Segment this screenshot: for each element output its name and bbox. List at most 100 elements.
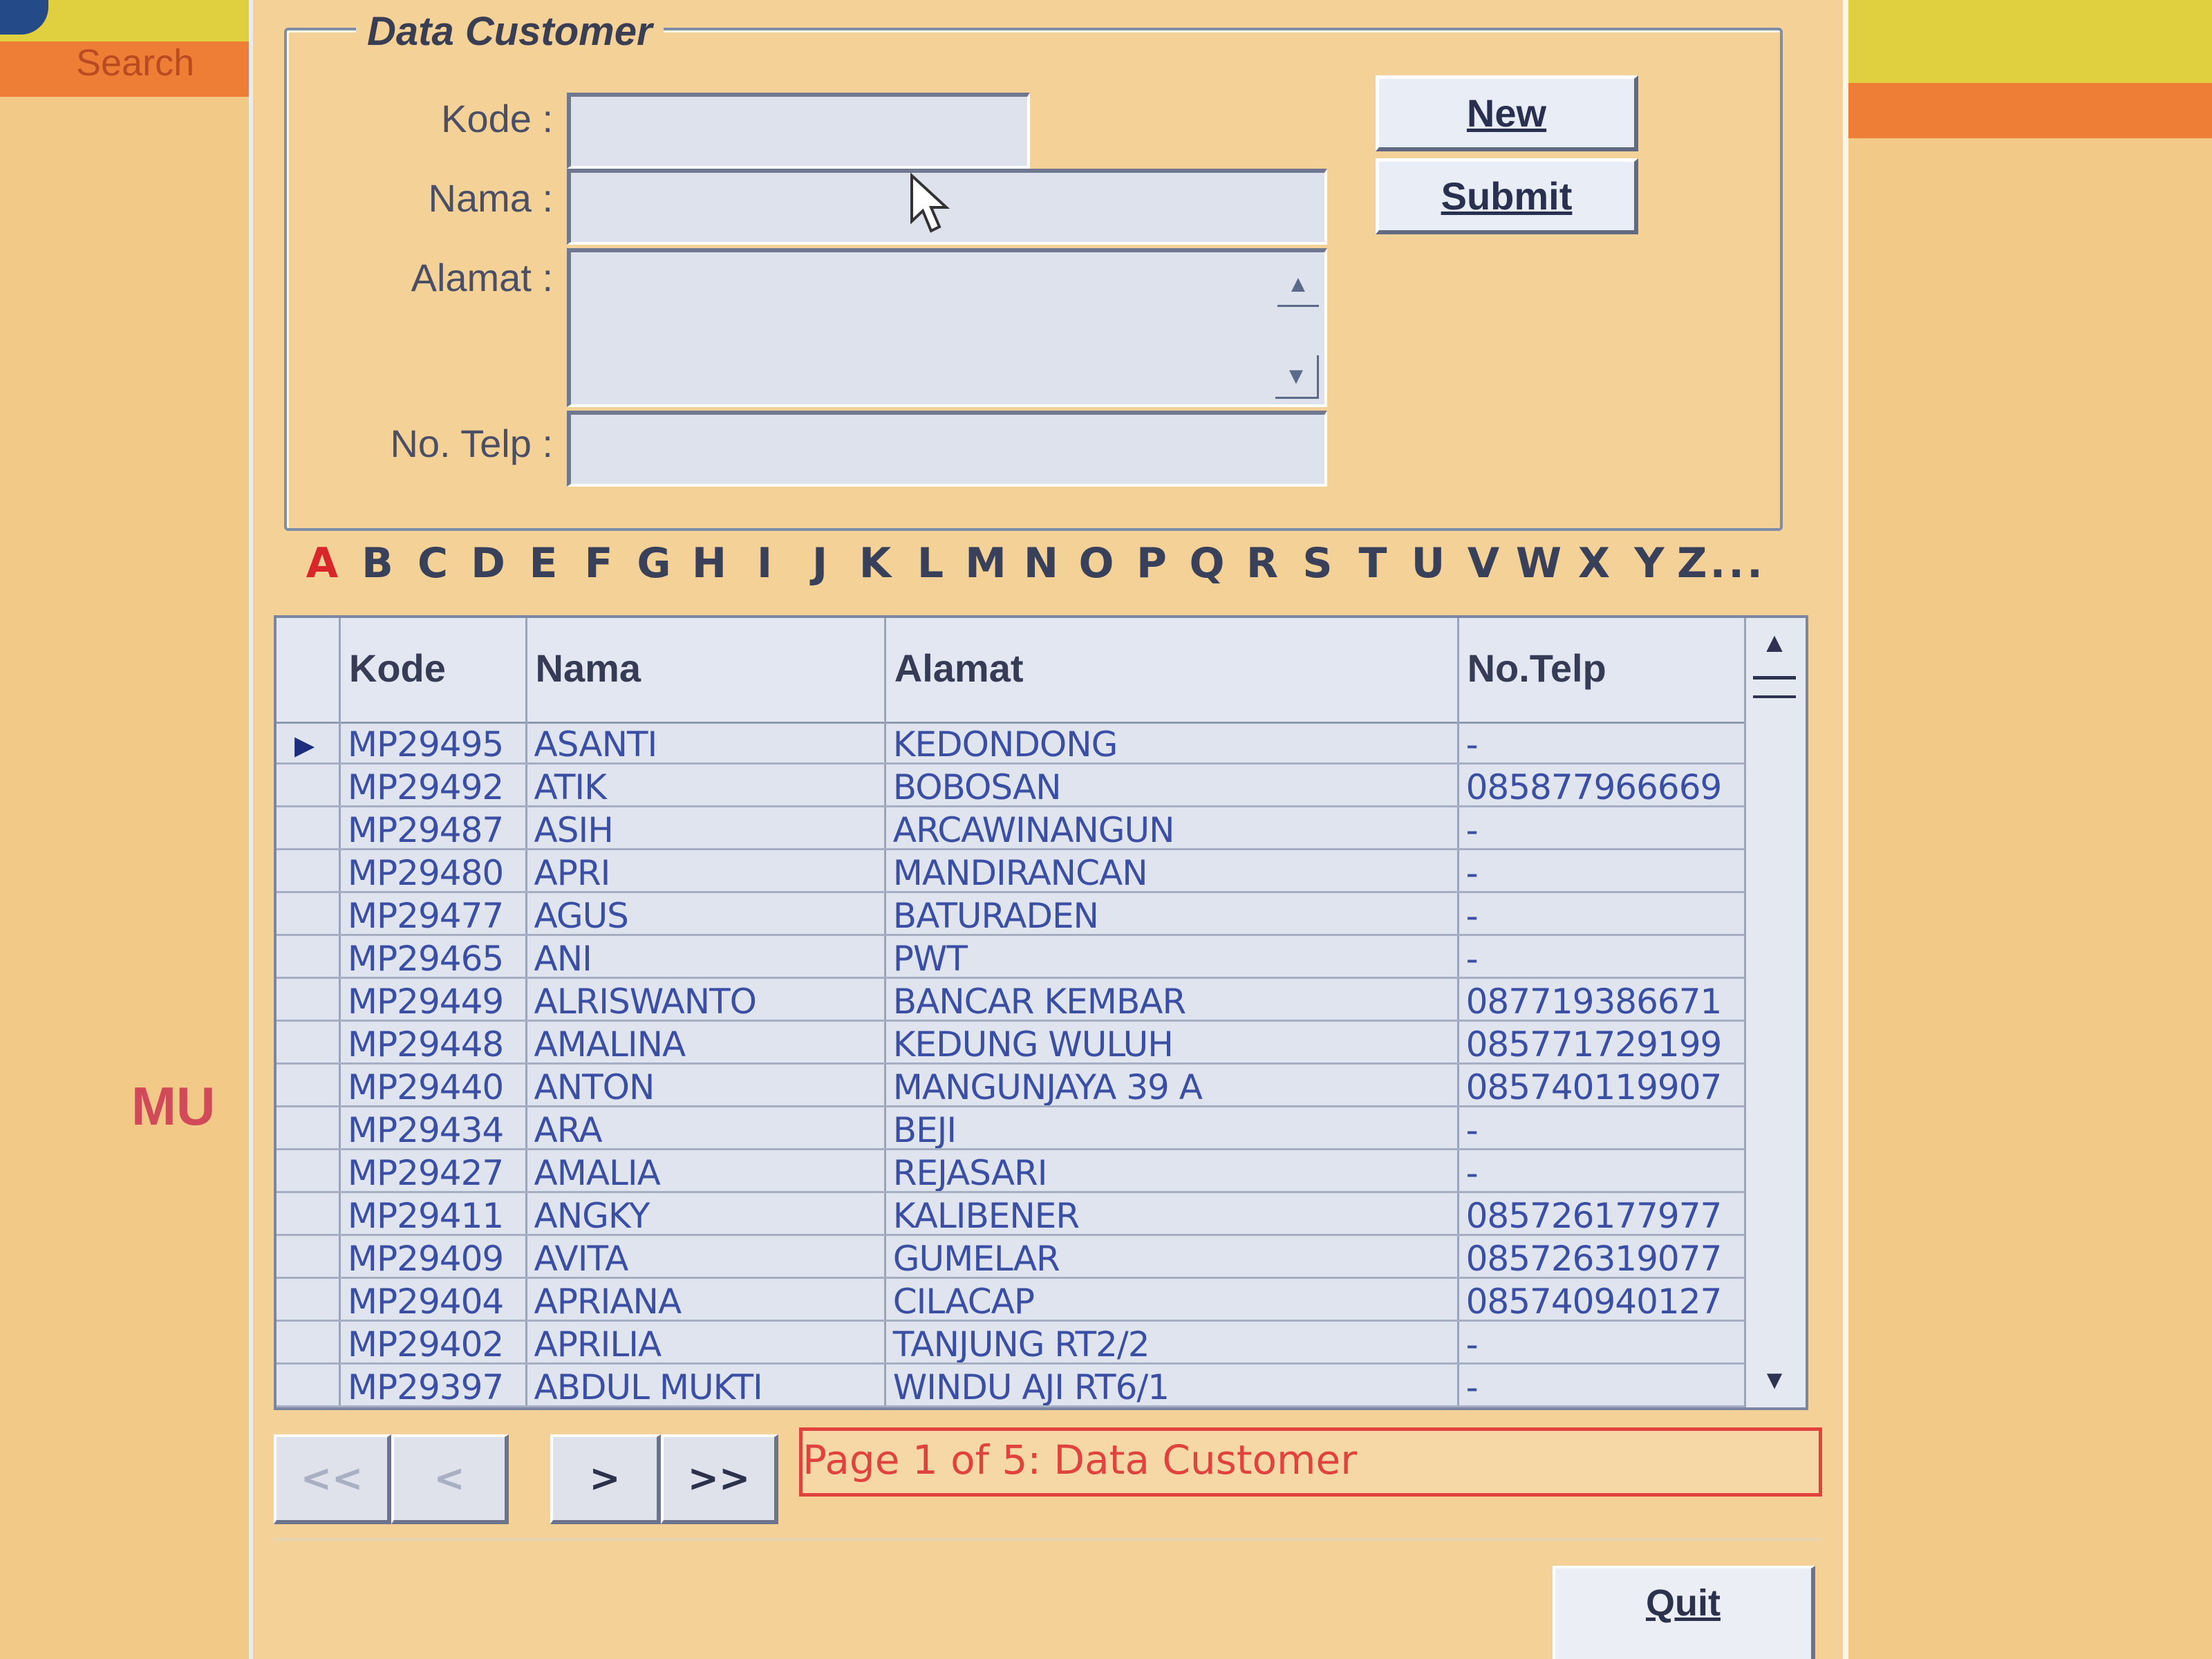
cell-telp[interactable]: 085771729199: [1459, 1022, 1749, 1062]
column-header-nama[interactable]: Nama: [527, 618, 886, 722]
cell-kode[interactable]: MP29397: [341, 1365, 527, 1405]
cell-nama[interactable]: ABDUL MUKTI: [527, 1365, 886, 1405]
table-row[interactable]: MP29492 ATIK BOBOSAN 085877966669: [276, 765, 1749, 807]
cell-nama[interactable]: ALRISWANTO: [527, 979, 886, 1020]
new-button[interactable]: New: [1376, 75, 1638, 151]
cell-alamat[interactable]: MANGUNJAYA 39 A: [886, 1065, 1459, 1105]
next-page-button[interactable]: >: [550, 1434, 661, 1524]
table-row[interactable]: MP29440 ANTON MANGUNJAYA 39 A 085740119907: [276, 1065, 1749, 1107]
cell-nama[interactable]: ANGKY: [527, 1193, 886, 1234]
cell-alamat[interactable]: PWT: [886, 936, 1459, 977]
customer-grid[interactable]: Kode Nama Alamat No.Telp ▶ MP29495 ASANTI K…: [274, 615, 1808, 1410]
row-indicator[interactable]: [276, 1107, 341, 1148]
kode-field[interactable]: [567, 93, 1030, 169]
row-indicator[interactable]: ▶: [276, 722, 341, 762]
first-page-button[interactable]: <<: [274, 1434, 391, 1524]
column-header-telp[interactable]: No.Telp: [1459, 618, 1749, 722]
column-header-alamat[interactable]: Alamat: [886, 618, 1459, 722]
prev-page-button[interactable]: <: [391, 1434, 509, 1524]
row-indicator[interactable]: [276, 1022, 341, 1062]
cell-telp[interactable]: -: [1459, 1150, 1749, 1191]
cell-alamat[interactable]: MANDIRANCAN: [886, 850, 1459, 891]
cell-telp[interactable]: 085726177977: [1459, 1193, 1749, 1234]
alphabet-letter[interactable]: I: [737, 539, 792, 588]
telp-input[interactable]: [582, 419, 1313, 480]
row-indicator[interactable]: [276, 1193, 341, 1234]
row-indicator[interactable]: [276, 1236, 341, 1277]
cell-telp[interactable]: 085740940127: [1459, 1279, 1749, 1320]
cell-nama[interactable]: AVITA: [527, 1236, 886, 1277]
cell-nama[interactable]: ANTON: [527, 1065, 886, 1105]
alphabet-letter[interactable]: R: [1235, 539, 1290, 588]
row-indicator[interactable]: [276, 1322, 341, 1362]
alphabet-letter[interactable]: G: [626, 539, 682, 588]
row-indicator[interactable]: [276, 893, 341, 934]
cell-nama[interactable]: ATIK: [527, 765, 886, 805]
cell-telp[interactable]: -: [1459, 1365, 1749, 1405]
table-row[interactable]: ▶ MP29495 ASANTI KEDONDONG -: [276, 722, 1749, 765]
alphabet-letter[interactable]: O: [1069, 539, 1124, 588]
cell-alamat[interactable]: CILACAP: [886, 1279, 1459, 1320]
cell-alamat[interactable]: ARCAWINANGUN: [886, 807, 1459, 848]
cell-kode[interactable]: MP29411: [341, 1193, 527, 1234]
alamat-scrollbar[interactable]: ▲ ▼: [1275, 252, 1324, 404]
row-indicator[interactable]: [276, 979, 341, 1020]
cell-kode[interactable]: MP29487: [341, 807, 527, 848]
alphabet-letter[interactable]: Z...: [1677, 539, 1763, 588]
cell-telp[interactable]: -: [1459, 850, 1749, 891]
alphabet-letter[interactable]: U: [1400, 539, 1456, 588]
alphabet-letter[interactable]: Y: [1622, 539, 1677, 588]
alphabet-letter[interactable]: M: [958, 539, 1013, 588]
table-row[interactable]: MP29427 AMALIA REJASARI -: [276, 1150, 1749, 1193]
table-row[interactable]: MP29402 APRILIA TANJUNG RT2/2-: [276, 1322, 1749, 1365]
telp-field[interactable]: [567, 411, 1327, 487]
cell-alamat[interactable]: BATURADEN: [886, 893, 1459, 934]
cell-nama[interactable]: AMALIA: [527, 1150, 886, 1191]
row-indicator[interactable]: [276, 807, 341, 848]
cell-kode[interactable]: MP29477: [341, 893, 527, 934]
cell-kode[interactable]: MP29448: [341, 1022, 527, 1062]
table-row[interactable]: MP29434 ARA BEJI -: [276, 1107, 1749, 1150]
cell-telp[interactable]: 087719386671: [1459, 979, 1749, 1020]
table-row[interactable]: MP29448 AMALINA KEDUNG WULUH 085771729199: [276, 1022, 1749, 1065]
cell-alamat[interactable]: GUMELAR: [886, 1236, 1459, 1277]
alphabet-letter[interactable]: S: [1290, 539, 1345, 588]
cell-kode[interactable]: MP29495: [341, 722, 527, 762]
alphabet-letter[interactable]: E: [516, 539, 571, 588]
table-row[interactable]: MP29487 ASIH ARCAWINANGUN -: [276, 807, 1749, 850]
cell-alamat[interactable]: BOBOSAN: [886, 765, 1459, 805]
scroll-up-icon[interactable]: ▲: [1753, 628, 1796, 679]
alphabet-letter[interactable]: L: [903, 539, 958, 588]
column-header-kode[interactable]: Kode: [341, 618, 527, 722]
cell-alamat[interactable]: BANCAR KEMBAR: [886, 979, 1459, 1020]
row-indicator[interactable]: [276, 1279, 341, 1320]
alamat-textarea[interactable]: [582, 256, 1313, 400]
cell-alamat[interactable]: KEDONDONG: [886, 722, 1459, 762]
cell-telp[interactable]: -: [1459, 936, 1749, 977]
cell-telp[interactable]: -: [1459, 722, 1749, 762]
cell-telp[interactable]: 085726319077: [1459, 1236, 1749, 1277]
alphabet-letter[interactable]: B: [350, 539, 405, 588]
cell-kode[interactable]: MP29404: [341, 1279, 527, 1320]
cell-nama[interactable]: APRILIA: [527, 1322, 886, 1362]
cell-kode[interactable]: MP29440: [341, 1065, 527, 1105]
cell-telp[interactable]: 085740119907: [1459, 1065, 1749, 1105]
alphabet-letter[interactable]: K: [847, 539, 903, 588]
alphabet-letter[interactable]: Q: [1179, 539, 1235, 588]
table-row[interactable]: MP29397 ABDUL MUKTI WINDU AJI RT6/1-: [276, 1365, 1749, 1407]
last-page-button[interactable]: >>: [661, 1434, 778, 1524]
cell-kode[interactable]: MP29434: [341, 1107, 527, 1148]
scroll-down-icon[interactable]: ▼: [1275, 355, 1319, 399]
alphabet-letter[interactable]: W: [1511, 539, 1566, 588]
cell-telp[interactable]: -: [1459, 1107, 1749, 1148]
cell-nama[interactable]: APRI: [527, 850, 886, 891]
alphabet-letter[interactable]: F: [571, 539, 626, 588]
alphabet-letter[interactable]: V: [1456, 539, 1511, 588]
alphabet-letter[interactable]: D: [460, 539, 516, 588]
submit-button[interactable]: Submit: [1376, 158, 1638, 234]
scroll-up-icon[interactable]: ▲: [1277, 263, 1319, 307]
alphabet-letter[interactable]: C: [405, 539, 460, 588]
cell-telp[interactable]: -: [1459, 893, 1749, 934]
row-indicator[interactable]: [276, 1150, 341, 1191]
cell-alamat[interactable]: BEJI: [886, 1107, 1459, 1148]
